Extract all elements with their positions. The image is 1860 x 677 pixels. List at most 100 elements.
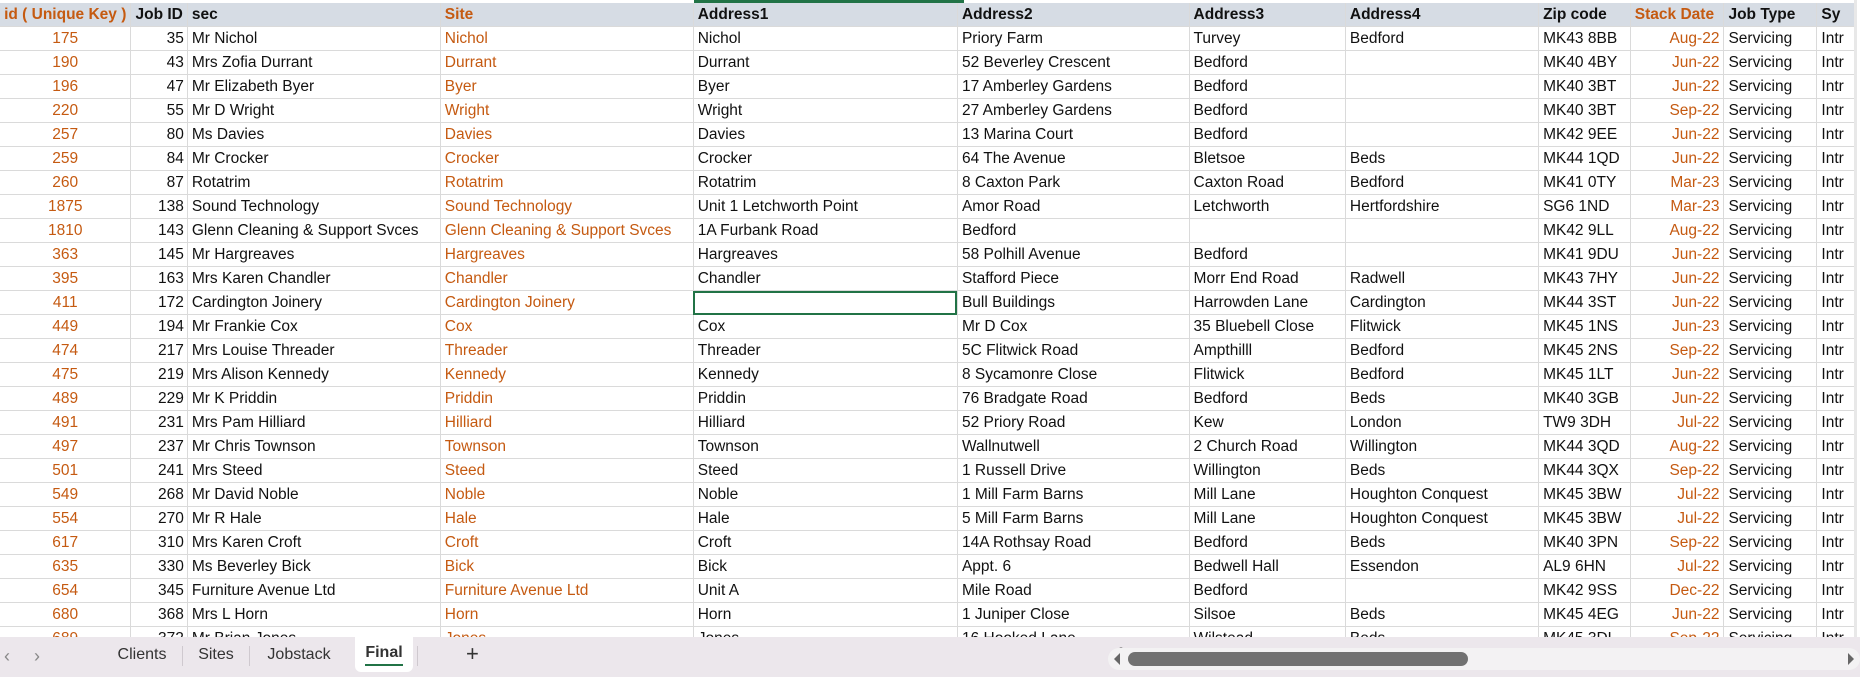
column-header-job-id[interactable]: Job ID xyxy=(130,3,188,27)
cell-address4[interactable]: Beds xyxy=(1345,386,1540,411)
cell-address3[interactable]: Morr End Road xyxy=(1189,266,1346,291)
cell-stack-date[interactable]: Jun-22 xyxy=(1630,122,1725,147)
cell-job-id[interactable]: 145 xyxy=(130,242,188,267)
cell-address4[interactable] xyxy=(1345,578,1540,603)
cell-job-type[interactable]: Servicing xyxy=(1723,602,1818,627)
cell-address2[interactable]: 5C Flitwick Road xyxy=(957,338,1190,363)
column-header-address2[interactable]: Address2 xyxy=(957,3,1190,27)
cell-sec[interactable]: Cardington Joinery xyxy=(187,290,441,315)
next-sheet-icon[interactable]: › xyxy=(34,646,40,667)
cell-job-id[interactable]: 47 xyxy=(130,74,188,99)
cell-address4[interactable] xyxy=(1345,242,1540,267)
cell-address3[interactable]: Mill Lane xyxy=(1189,506,1346,531)
cell-job-id[interactable]: 84 xyxy=(130,146,188,171)
cell-address4[interactable] xyxy=(1345,50,1540,75)
cell-job-id[interactable]: 241 xyxy=(130,458,188,483)
cell-address1[interactable]: Crocker xyxy=(693,146,958,171)
cell-address1[interactable]: Horn xyxy=(693,602,958,627)
cell-sy[interactable]: Intr xyxy=(1816,242,1857,267)
cell-job-type[interactable]: Servicing xyxy=(1723,554,1818,579)
cell-address3[interactable]: Bedford xyxy=(1189,242,1346,267)
cell-address2[interactable]: 5 Mill Farm Barns xyxy=(957,506,1190,531)
cell-address4[interactable]: Houghton Conquest xyxy=(1345,506,1540,531)
cell-job-id[interactable]: 219 xyxy=(130,362,188,387)
cell-job-type[interactable]: Servicing xyxy=(1723,410,1818,435)
cell-address4[interactable] xyxy=(1345,98,1540,123)
cell-stack-date[interactable]: Aug-22 xyxy=(1630,26,1725,51)
cell-id[interactable]: 259 xyxy=(0,146,132,171)
cell-sy[interactable]: Intr xyxy=(1816,266,1857,291)
cell-zip[interactable]: MK44 3QD xyxy=(1538,434,1631,459)
cell-sy[interactable]: Intr xyxy=(1816,146,1857,171)
cell-sec[interactable]: Glenn Cleaning & Support Svces xyxy=(187,218,441,243)
cell-sec[interactable]: Mrs Louise Threader xyxy=(187,338,441,363)
cell-site[interactable]: Hilliard xyxy=(440,410,694,435)
cell-site[interactable]: Wright xyxy=(440,98,694,123)
cell-address3[interactable]: Bedford xyxy=(1189,530,1346,555)
cell-sy[interactable]: Intr xyxy=(1816,362,1857,387)
cell-zip[interactable]: MK40 3GB xyxy=(1538,386,1631,411)
cell-address3[interactable]: Bletsoe xyxy=(1189,146,1346,171)
column-header-job-type[interactable]: Job Type xyxy=(1723,3,1818,27)
cell-zip[interactable]: MK45 3BW xyxy=(1538,506,1631,531)
cell-sec[interactable]: Mrs Karen Croft xyxy=(187,530,441,555)
cell-zip[interactable]: TW9 3DH xyxy=(1538,410,1631,435)
cell-id[interactable]: 190 xyxy=(0,50,132,75)
cell-address2[interactable]: 52 Priory Road xyxy=(957,410,1190,435)
cell-address4[interactable]: Beds xyxy=(1345,626,1540,637)
cell-zip[interactable]: MK45 1NS xyxy=(1538,314,1631,339)
column-header-address4[interactable]: Address4 xyxy=(1345,3,1540,27)
tab-clients[interactable]: Clients xyxy=(104,637,180,673)
cell-sy[interactable]: Intr xyxy=(1816,410,1857,435)
horizontal-scrollbar[interactable] xyxy=(1108,648,1860,670)
cell-job-type[interactable]: Servicing xyxy=(1723,434,1818,459)
cell-address1[interactable]: Davies xyxy=(693,122,958,147)
cell-address1[interactable]: Priddin xyxy=(693,386,958,411)
tab-sites[interactable]: Sites xyxy=(184,637,248,673)
cell-address3[interactable]: Ampthilll xyxy=(1189,338,1346,363)
cell-id[interactable]: 1810 xyxy=(0,218,132,243)
cell-job-type[interactable]: Servicing xyxy=(1723,242,1818,267)
cell-address1[interactable] xyxy=(693,290,958,315)
cell-sy[interactable]: Intr xyxy=(1816,386,1857,411)
cell-address3[interactable]: Letchworth xyxy=(1189,194,1346,219)
cell-sec[interactable]: Mrs Pam Hilliard xyxy=(187,410,441,435)
cell-address1[interactable]: Kennedy xyxy=(693,362,958,387)
cell-sy[interactable]: Intr xyxy=(1816,506,1857,531)
cell-zip[interactable]: MK40 3PN xyxy=(1538,530,1631,555)
cell-address4[interactable]: Hertfordshire xyxy=(1345,194,1540,219)
cell-sy[interactable]: Intr xyxy=(1816,626,1857,637)
cell-address3[interactable]: Kew xyxy=(1189,410,1346,435)
cell-address1[interactable]: Unit 1 Letchworth Point xyxy=(693,194,958,219)
cell-site[interactable]: Furniture Avenue Ltd xyxy=(440,578,694,603)
cell-zip[interactable]: MK45 3BW xyxy=(1538,482,1631,507)
cell-site[interactable]: Durrant xyxy=(440,50,694,75)
cell-stack-date[interactable]: Jul-22 xyxy=(1630,410,1725,435)
cell-address2[interactable]: 16 Hooked Lane xyxy=(957,626,1190,637)
cell-id[interactable]: 680 xyxy=(0,602,132,627)
cell-sec[interactable]: Mrs L Horn xyxy=(187,602,441,627)
cell-address1[interactable]: Jones xyxy=(693,626,958,637)
cell-site[interactable]: Cox xyxy=(440,314,694,339)
cell-stack-date[interactable]: Jun-22 xyxy=(1630,50,1725,75)
cell-address1[interactable]: Hargreaves xyxy=(693,242,958,267)
cell-sy[interactable]: Intr xyxy=(1816,554,1857,579)
cell-address2[interactable]: 8 Sycamonre Close xyxy=(957,362,1190,387)
cell-address2[interactable]: Priory Farm xyxy=(957,26,1190,51)
prev-sheet-icon[interactable]: ‹ xyxy=(4,646,10,667)
cell-address3[interactable]: Silsoe xyxy=(1189,602,1346,627)
cell-job-type[interactable]: Servicing xyxy=(1723,74,1818,99)
cell-address1[interactable]: Croft xyxy=(693,530,958,555)
cell-id[interactable]: 196 xyxy=(0,74,132,99)
cell-job-id[interactable]: 310 xyxy=(130,530,188,555)
column-header-zip[interactable]: Zip code xyxy=(1538,3,1631,27)
cell-address1[interactable]: 1A Furbank Road xyxy=(693,218,958,243)
cell-address1[interactable]: Hale xyxy=(693,506,958,531)
cell-address1[interactable]: Townson xyxy=(693,434,958,459)
cell-site[interactable]: Townson xyxy=(440,434,694,459)
scrollbar-thumb[interactable] xyxy=(1128,652,1468,666)
cell-address2[interactable]: Bull Buildings xyxy=(957,290,1190,315)
cell-id[interactable]: 554 xyxy=(0,506,132,531)
cell-job-type[interactable]: Servicing xyxy=(1723,194,1818,219)
cell-job-id[interactable]: 345 xyxy=(130,578,188,603)
